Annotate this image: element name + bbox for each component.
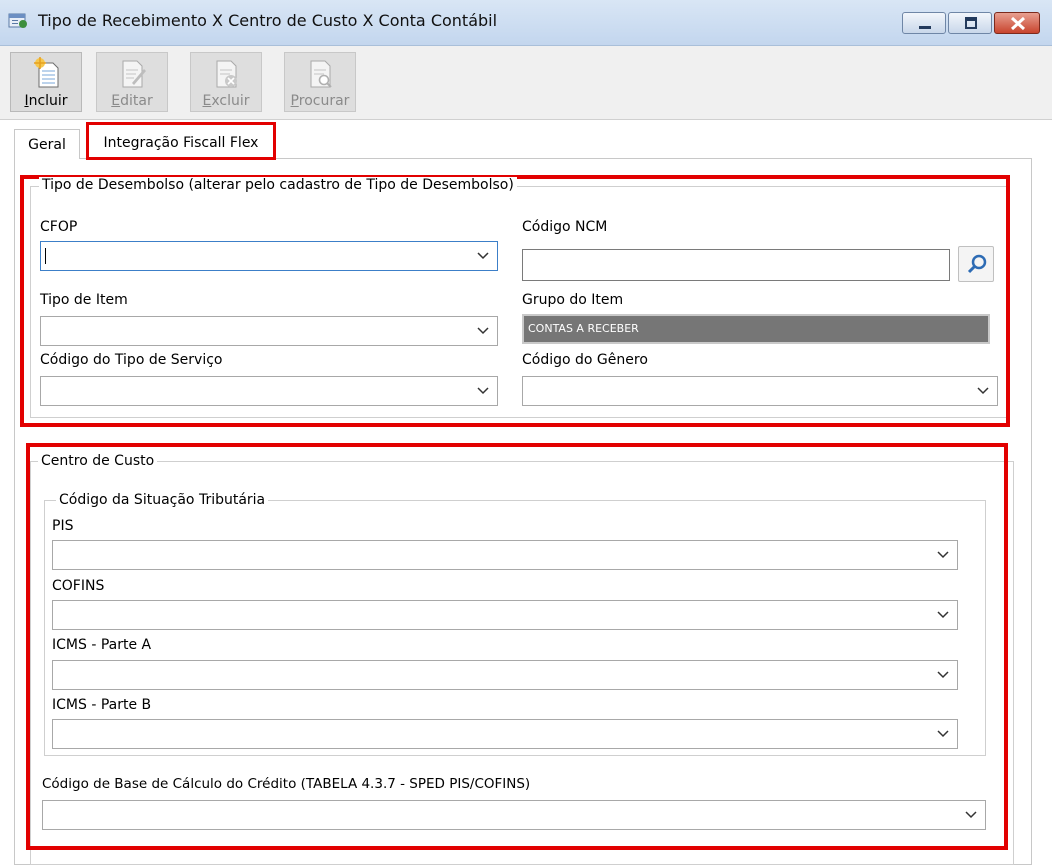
chevron-down-icon <box>937 730 949 738</box>
chevron-down-icon <box>477 252 489 260</box>
incluir-label: Incluir <box>24 93 68 109</box>
excluir-label: Excluir <box>202 93 250 109</box>
minimize-icon <box>919 26 931 29</box>
ncm-input[interactable] <box>522 249 950 281</box>
tab-integracao-fiscall-flex[interactable]: Integração Fiscall Flex <box>86 122 276 160</box>
desembolso-title: Tipo de Desembolso (alterar pelo cadastr… <box>39 177 517 193</box>
chevron-down-icon <box>477 387 489 395</box>
cofins-select[interactable] <box>52 600 958 630</box>
icms-b-select[interactable] <box>52 719 958 749</box>
window-title: Tipo de Recebimento X Centro de Custo X … <box>38 11 498 30</box>
tipo-servico-label: Código do Tipo de Serviço <box>40 352 223 368</box>
base-calculo-label: Código de Base de Cálculo do Crédito (TA… <box>42 776 531 792</box>
chevron-down-icon <box>937 611 949 619</box>
minimize-button[interactable] <box>902 12 946 34</box>
app-icon <box>8 11 28 29</box>
editar-button[interactable]: Editar <box>96 52 168 112</box>
chevron-down-icon <box>937 551 949 559</box>
text-caret <box>45 248 46 264</box>
centro-custo-title: Centro de Custo <box>38 453 158 469</box>
chevron-down-icon <box>937 671 949 679</box>
chevron-down-icon <box>977 387 989 395</box>
procurar-button[interactable]: Procurar <box>284 52 356 112</box>
close-icon <box>1010 16 1026 31</box>
icms-a-select[interactable] <box>52 660 958 690</box>
tipo-item-label: Tipo de Item <box>40 292 128 308</box>
tab-geral[interactable]: Geral <box>14 129 80 159</box>
cst-title: Código da Situação Tributária <box>56 492 269 508</box>
magnifier-icon <box>967 254 987 274</box>
tipo-servico-select[interactable] <box>40 376 498 406</box>
maximize-button[interactable] <box>948 12 992 34</box>
edit-document-icon <box>120 57 146 89</box>
procurar-label: Procurar <box>290 93 350 109</box>
toolbar: Incluir Editar Excluir Procurar <box>0 46 1052 120</box>
incluir-button[interactable]: Incluir <box>10 52 82 112</box>
grupo-item-field: CONTAS A RECEBER <box>522 314 990 344</box>
maximize-icon <box>965 17 977 29</box>
search-document-icon <box>308 57 334 89</box>
tipo-item-select[interactable] <box>40 316 498 346</box>
ncm-label: Código NCM <box>522 219 608 235</box>
icms-b-label: ICMS - Parte B <box>52 697 152 713</box>
delete-document-icon <box>214 57 240 89</box>
cfop-select[interactable] <box>40 241 498 271</box>
base-calculo-select[interactable] <box>42 800 986 830</box>
editar-label: Editar <box>111 93 153 109</box>
cofins-label: COFINS <box>52 578 105 594</box>
pis-select[interactable] <box>52 540 958 570</box>
chevron-down-icon <box>477 327 489 335</box>
excluir-button[interactable]: Excluir <box>190 52 262 112</box>
grupo-item-label: Grupo do Item <box>522 292 624 308</box>
cfop-label: CFOP <box>40 219 78 235</box>
close-button[interactable] <box>994 12 1040 34</box>
new-document-icon <box>34 57 60 89</box>
pis-label: PIS <box>52 518 74 534</box>
icms-a-label: ICMS - Parte A <box>52 637 152 653</box>
title-bar: Tipo de Recebimento X Centro de Custo X … <box>0 0 1052 46</box>
chevron-down-icon <box>965 811 977 819</box>
genero-select[interactable] <box>522 376 998 406</box>
genero-label: Código do Gênero <box>522 352 648 368</box>
ncm-search-button[interactable] <box>958 246 994 282</box>
